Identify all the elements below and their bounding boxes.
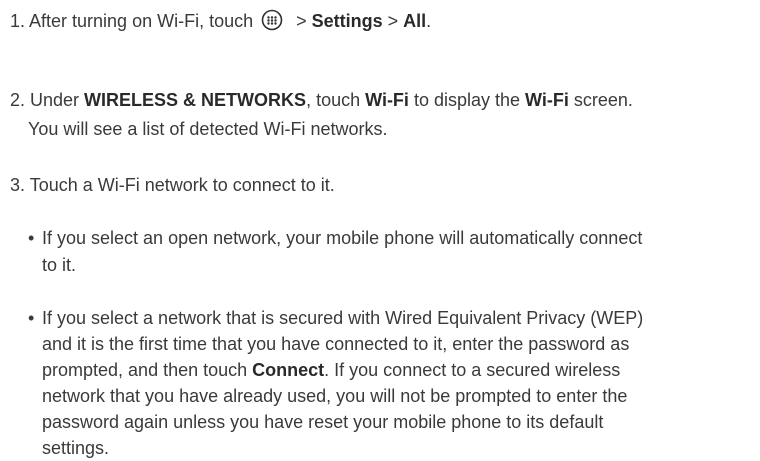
step-3: 3. Touch a Wi-Fi network to connect to i… [10, 175, 335, 195]
bullet-secured-network: • If you select a network that is secured… [28, 305, 750, 461]
bullet-open-network: • If you select an open network, your mob… [28, 225, 750, 279]
step-1-text: 1. After turning on Wi-Fi, touch [10, 11, 254, 31]
connect-label: Connect [252, 360, 325, 380]
step-2-line-2: You will see a list of detected Wi-Fi ne… [28, 119, 388, 139]
separator: > [291, 11, 312, 31]
step-2-suffix: screen. [568, 90, 633, 110]
step-2: 2. Under WIRELESS & NETWORKS, touch Wi-F… [10, 87, 633, 114]
step-2-prefix: 2. Under [10, 90, 85, 110]
bullet-line: network that you have already used, you … [42, 386, 628, 406]
step-2-mid: , touch [306, 90, 366, 110]
bullet-line: • If you select a network that is secured… [28, 305, 750, 331]
wireless-networks-label: WIRELESS & NETWORKS [84, 90, 307, 110]
separator: > [382, 11, 404, 31]
bullet-line: password again unless you have reset you… [42, 412, 604, 432]
period: . [426, 11, 432, 31]
bullet-text: . If you connect to a secured wireless [324, 360, 621, 380]
bullet-text: prompted, and then touch [42, 360, 253, 380]
apps-menu-icon [261, 9, 283, 31]
settings-label: Settings [311, 11, 383, 31]
bullet-line: • If you select an open network, your mob… [28, 225, 750, 252]
step-2-mid: to display the [408, 90, 526, 110]
bullet-line: and it is the first time that you have c… [42, 334, 630, 354]
bullet-text: If you select an open network, your mobi… [42, 228, 643, 248]
wifi-label: Wi-Fi [365, 90, 409, 110]
bullet-line: prompted, and then touch Connect. If you… [28, 357, 750, 383]
bullet-line: to it. [42, 255, 77, 275]
step-1: 1. After turning on Wi-Fi, touch > Setti… [10, 8, 431, 35]
bullet-marker: • [28, 308, 35, 328]
bullet-line: settings. [42, 438, 110, 458]
instruction-document: 1. After turning on Wi-Fi, touch > Setti… [0, 0, 760, 458]
wifi-label: Wi-Fi [525, 90, 569, 110]
bullet-marker: • [28, 228, 35, 248]
bullet-text: If you select a network that is secured … [42, 308, 644, 328]
all-label: All [403, 11, 427, 31]
